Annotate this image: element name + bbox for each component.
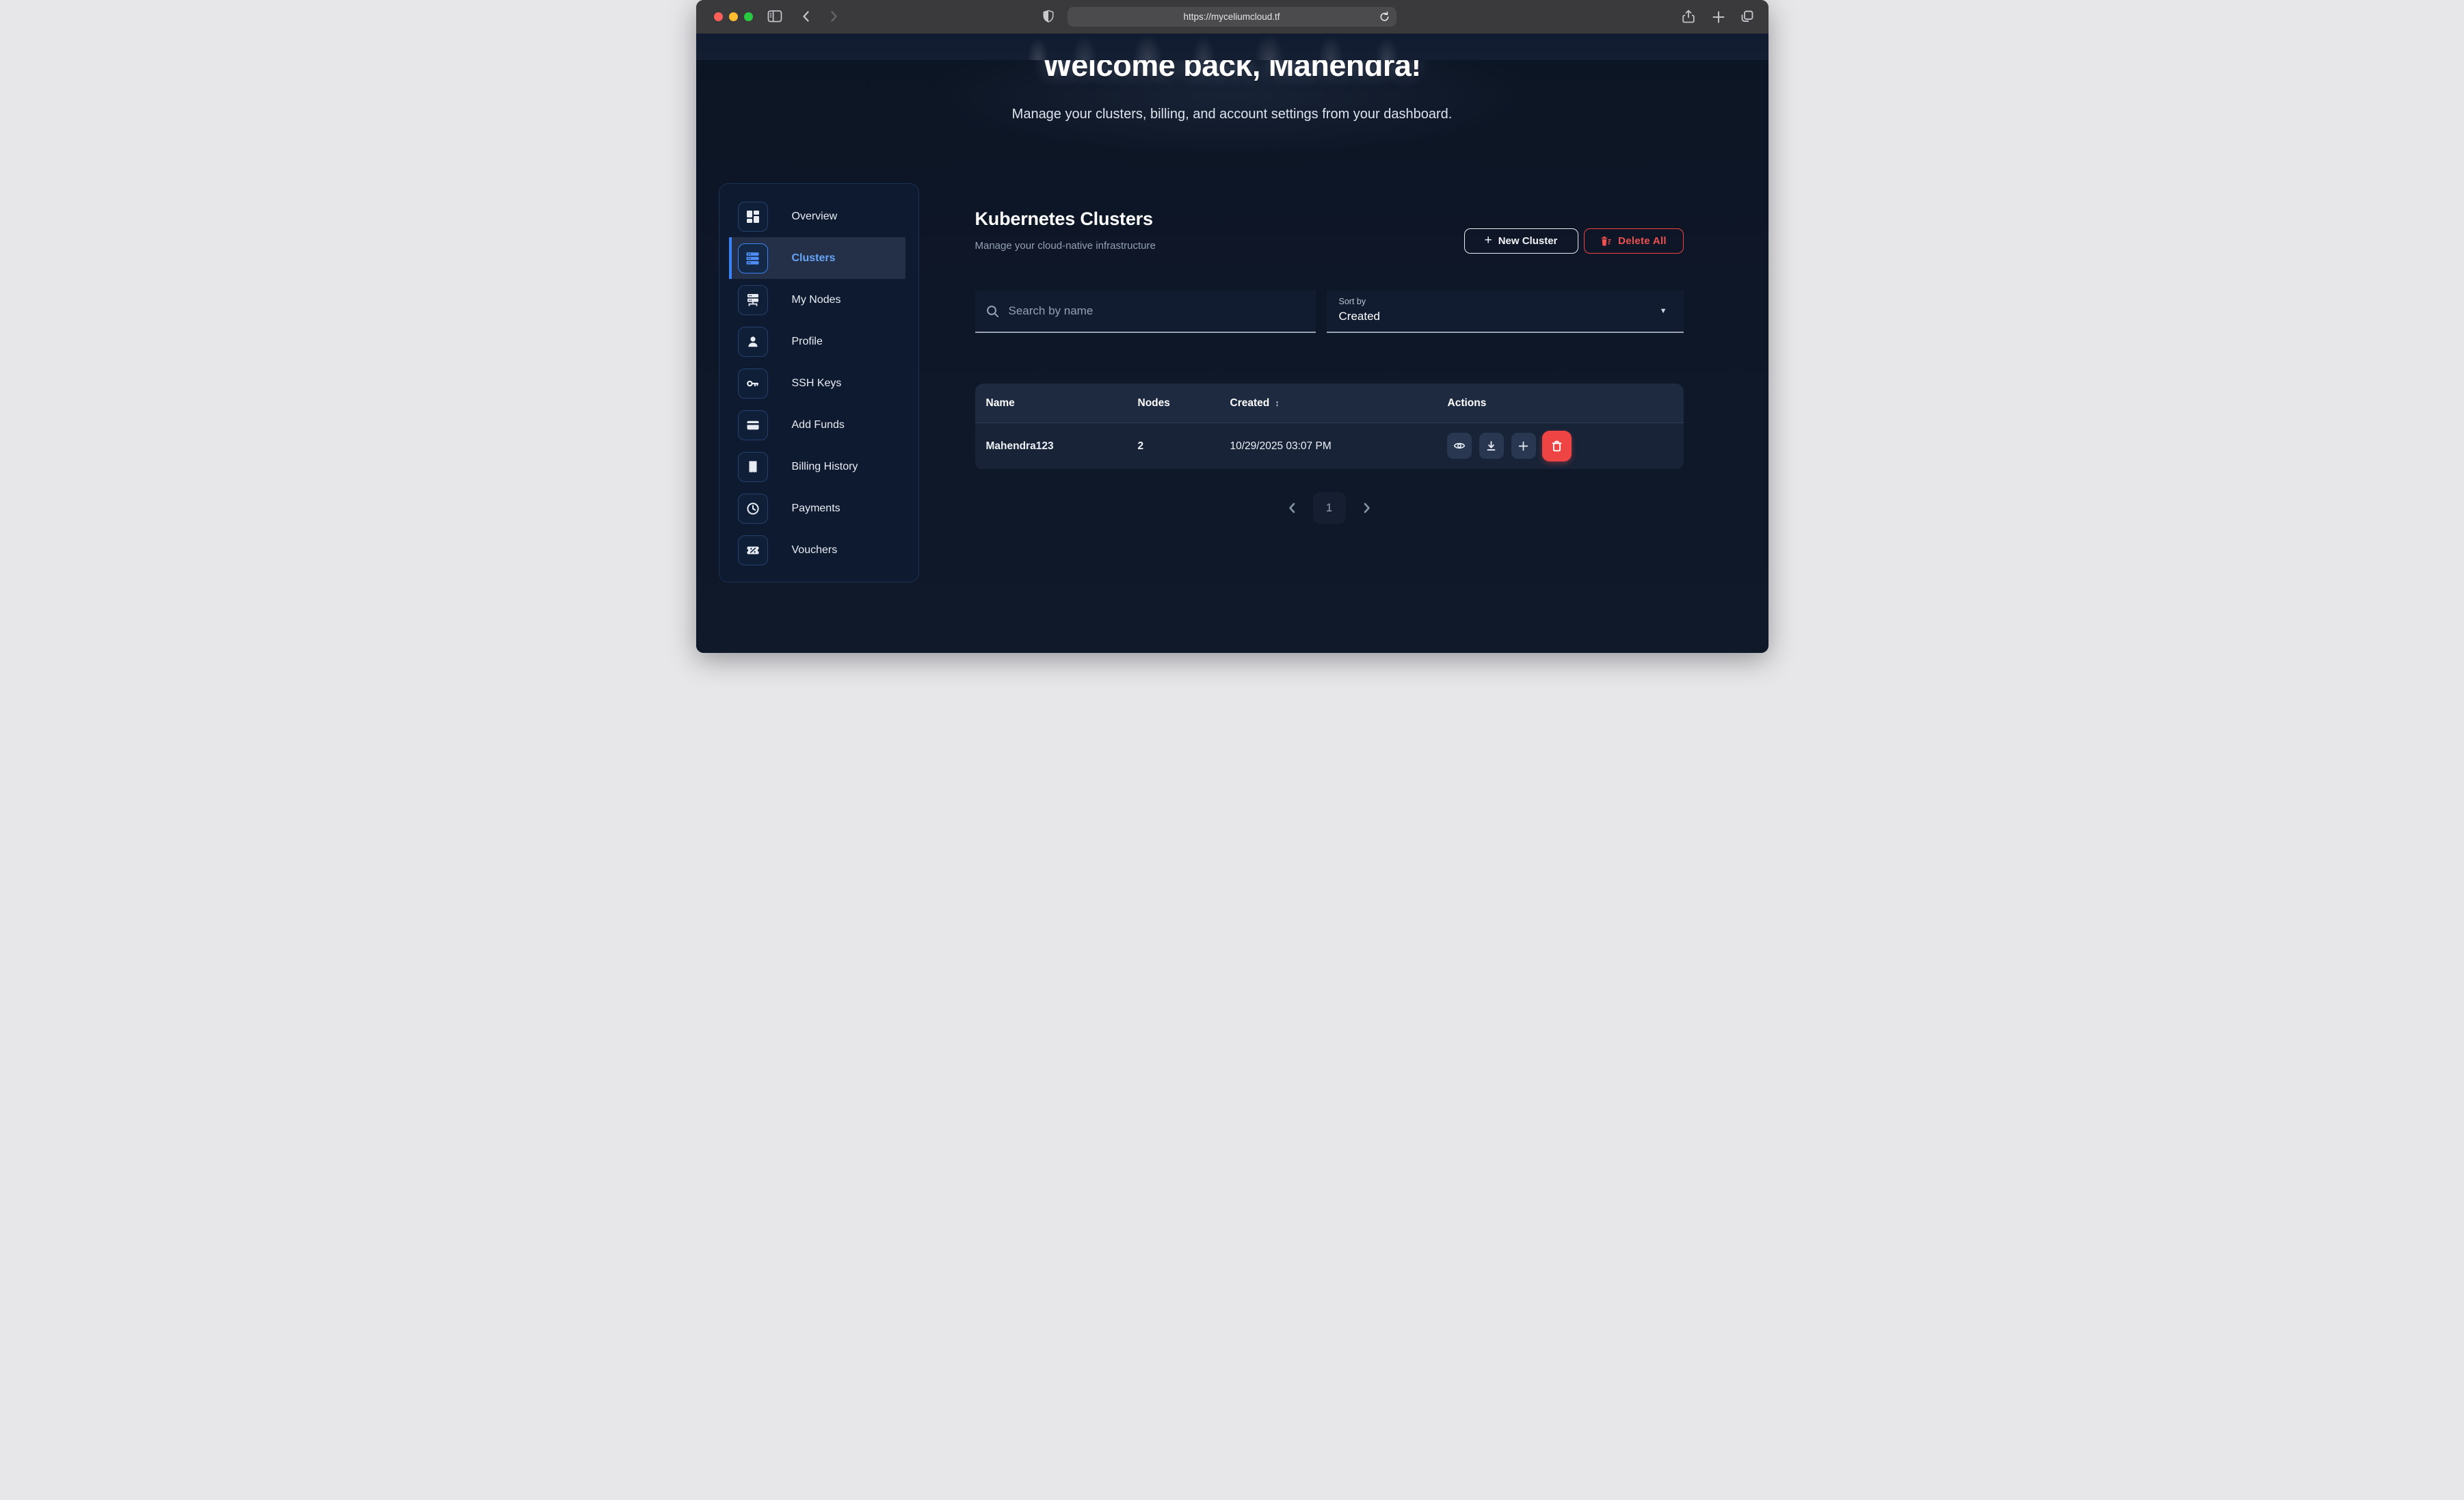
sidebar-item-label: Overview xyxy=(792,211,838,223)
cluster-created: 10/29/2025 03:07 PM xyxy=(1230,440,1332,453)
sort-dropdown[interactable]: Sort by Created ▼ xyxy=(1327,291,1684,333)
sidebar-item-add-funds[interactable]: Add Funds xyxy=(729,404,905,446)
person-icon xyxy=(738,327,768,357)
sidebar-item-billing-history[interactable]: Billing History xyxy=(729,446,905,487)
delete-cluster-button[interactable] xyxy=(1542,431,1572,461)
sidebar-item-label: Clusters xyxy=(792,252,836,265)
sidebar-toggle-icon[interactable] xyxy=(767,10,782,27)
add-node-button[interactable] xyxy=(1511,433,1536,459)
page-subtitle: Manage your cloud-native infrastructure xyxy=(975,240,1156,252)
close-window-button[interactable] xyxy=(714,12,723,21)
column-header-created[interactable]: Created↕ xyxy=(1230,397,1280,410)
sidebar-item-label: My Nodes xyxy=(792,294,841,306)
page-title: Kubernetes Clusters xyxy=(975,209,1153,230)
browser-window: https://myceliumcloud.tf Welcome ba xyxy=(696,0,1768,653)
minimize-window-button[interactable] xyxy=(729,12,738,21)
privacy-shield-icon[interactable] xyxy=(1042,9,1055,27)
column-header-name: Name xyxy=(986,397,1015,410)
sidebar-item-label: Payments xyxy=(792,503,840,515)
delete-all-label: Delete All xyxy=(1618,235,1667,247)
zoom-window-button[interactable] xyxy=(744,12,753,21)
top-blur-band xyxy=(696,34,1768,60)
sidebar: Overview Clusters xyxy=(719,183,919,582)
download-icon xyxy=(1485,440,1497,452)
back-button[interactable] xyxy=(800,10,812,27)
search-icon xyxy=(986,305,999,318)
ticket-percent-icon xyxy=(738,535,768,565)
chevron-right-icon[interactable] xyxy=(1361,501,1373,515)
table-header-row: Name Nodes Created↕ Actions xyxy=(975,384,1684,423)
sidebar-item-my-nodes[interactable]: My Nodes xyxy=(729,279,905,321)
table-row[interactable]: Mahendra123 2 10/29/2025 03:07 PM xyxy=(975,423,1684,469)
sidebar-item-vouchers[interactable]: Vouchers xyxy=(729,529,905,571)
sidebar-item-profile[interactable]: Profile xyxy=(729,321,905,362)
sidebar-item-label: Vouchers xyxy=(792,544,838,557)
key-icon xyxy=(738,369,768,399)
browser-chrome: https://myceliumcloud.tf xyxy=(696,0,1768,34)
sidebar-item-payments[interactable]: Payments xyxy=(729,487,905,529)
receipt-icon xyxy=(738,452,768,482)
chevron-left-icon[interactable] xyxy=(1286,501,1298,515)
column-header-actions: Actions xyxy=(1448,397,1487,410)
new-cluster-button[interactable]: + New Cluster xyxy=(1464,228,1578,254)
cluster-nodes: 2 xyxy=(1138,440,1144,453)
nodes-network-icon xyxy=(738,285,768,315)
new-cluster-label: New Cluster xyxy=(1498,235,1558,247)
sidebar-item-label: SSH Keys xyxy=(792,377,842,390)
download-kubeconfig-button[interactable] xyxy=(1479,433,1504,459)
sidebar-item-overview[interactable]: Overview xyxy=(729,196,905,237)
plus-icon xyxy=(1518,440,1529,452)
view-cluster-button[interactable] xyxy=(1447,433,1472,459)
eye-icon xyxy=(1453,440,1466,452)
sidebar-item-label: Profile xyxy=(792,336,823,348)
tab-overview-icon[interactable] xyxy=(1740,10,1754,27)
credit-card-icon xyxy=(738,410,768,440)
server-stack-icon xyxy=(738,243,768,273)
forward-button[interactable] xyxy=(827,10,840,27)
reload-icon[interactable] xyxy=(1379,10,1390,25)
column-header-nodes: Nodes xyxy=(1138,397,1170,410)
welcome-subtitle: Manage your clusters, billing, and accou… xyxy=(696,107,1768,122)
trash-icon xyxy=(1550,440,1563,453)
sort-by-label: Sort by xyxy=(1339,297,1366,306)
url-text: https://myceliumcloud.tf xyxy=(1183,12,1280,22)
url-bar[interactable]: https://myceliumcloud.tf xyxy=(1068,7,1396,27)
sidebar-item-label: Add Funds xyxy=(792,419,845,431)
share-icon[interactable] xyxy=(1682,9,1695,28)
sort-value: Created xyxy=(1339,310,1380,323)
new-tab-icon[interactable] xyxy=(1712,11,1725,27)
delete-all-button[interactable]: Delete All xyxy=(1584,228,1684,254)
sidebar-item-clusters[interactable]: Clusters xyxy=(729,237,905,279)
dashboard-icon xyxy=(738,202,768,232)
search-input[interactable] xyxy=(1009,304,1305,318)
pagination: 1 xyxy=(975,492,1684,524)
sidebar-item-label: Billing History xyxy=(792,461,858,473)
sidebar-item-ssh-keys[interactable]: SSH Keys xyxy=(729,362,905,404)
dashboard-page: Welcome back, Mahendra! Manage your clus… xyxy=(696,34,1768,653)
search-field xyxy=(975,291,1316,333)
sort-updown-icon: ↕ xyxy=(1275,398,1280,408)
clusters-table: Name Nodes Created↕ Actions Mahendra123 … xyxy=(975,384,1684,470)
delete-sweep-icon xyxy=(1600,235,1612,247)
plus-icon: + xyxy=(1485,233,1492,248)
page-number[interactable]: 1 xyxy=(1313,492,1346,524)
chevron-down-icon: ▼ xyxy=(1660,307,1667,315)
cluster-name: Mahendra123 xyxy=(986,440,1054,453)
clock-icon xyxy=(738,494,768,524)
